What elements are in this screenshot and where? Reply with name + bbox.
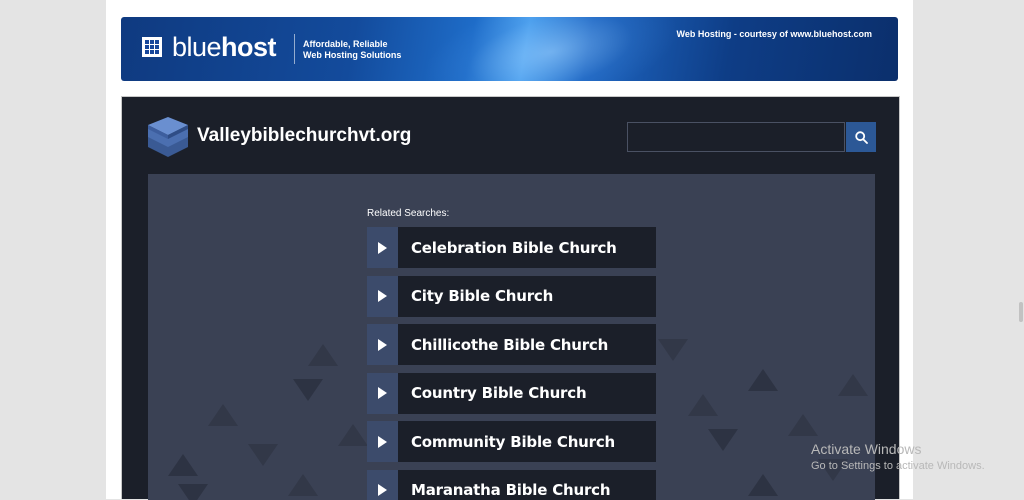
bg-triangle (178, 484, 208, 500)
activate-windows-watermark: Activate Windows Go to Settings to activ… (811, 441, 985, 472)
bg-triangle (688, 394, 718, 416)
layers-logo-icon (148, 115, 188, 159)
bg-triangle (838, 374, 868, 396)
related-link-label: City Bible Church (398, 276, 656, 317)
search-input[interactable] (627, 122, 845, 152)
banner-divider (294, 34, 295, 64)
tagline-line1: Affordable, Reliable (303, 39, 401, 50)
related-link[interactable]: City Bible Church (367, 276, 656, 317)
related-searches-label: Related Searches: (367, 208, 449, 219)
page: bluehost Affordable, Reliable Web Hostin… (106, 0, 913, 499)
page-scrollbar[interactable] (1018, 0, 1024, 499)
related-link-label: Chillicothe Bible Church (398, 324, 656, 365)
bg-triangle (168, 454, 198, 476)
site-title: Valleybiblechurchvt.org (197, 125, 411, 147)
content-area: Related Searches: Celebration Bible Chur… (148, 174, 875, 500)
search-button[interactable] (846, 122, 876, 152)
bg-triangle (248, 444, 278, 466)
scrollbar-thumb[interactable] (1019, 302, 1023, 322)
bg-triangle (788, 414, 818, 436)
bg-triangle (293, 379, 323, 401)
parked-site: Valleybiblechurchvt.org (121, 96, 900, 499)
related-link[interactable]: Country Bible Church (367, 373, 656, 414)
watermark-subtitle: Go to Settings to activate Windows. (811, 460, 985, 472)
bg-triangle (748, 474, 778, 496)
bg-triangle (708, 429, 738, 451)
related-link[interactable]: Chillicothe Bible Church (367, 324, 656, 365)
related-link[interactable]: Maranatha Bible Church (367, 470, 656, 500)
related-link-label: Country Bible Church (398, 373, 656, 414)
play-arrow-icon (367, 373, 398, 414)
bg-triangle (338, 424, 368, 446)
related-link[interactable]: Community Bible Church (367, 421, 656, 462)
play-arrow-icon (367, 227, 398, 268)
bg-triangle (748, 369, 778, 391)
search-icon (855, 131, 868, 144)
watermark-title: Activate Windows (811, 441, 985, 457)
play-arrow-icon (367, 324, 398, 365)
related-link[interactable]: Celebration Bible Church (367, 227, 656, 268)
bluehost-banner[interactable]: bluehost Affordable, Reliable Web Hostin… (121, 17, 898, 81)
banner-courtesy-link[interactable]: Web Hosting - courtesy of www.bluehost.c… (676, 29, 872, 39)
related-link-label: Maranatha Bible Church (398, 470, 656, 500)
related-links-list: Celebration Bible Church City Bible Chur… (367, 227, 656, 500)
related-link-label: Community Bible Church (398, 421, 656, 462)
play-arrow-icon (367, 470, 398, 500)
bg-triangle (308, 344, 338, 366)
related-link-label: Celebration Bible Church (398, 227, 656, 268)
banner-tagline: Affordable, Reliable Web Hosting Solutio… (303, 39, 401, 61)
play-arrow-icon (367, 276, 398, 317)
bg-triangle (208, 404, 238, 426)
play-arrow-icon (367, 421, 398, 462)
bluehost-grid-icon (142, 37, 162, 57)
bg-triangle (288, 474, 318, 496)
bg-triangle (658, 339, 688, 361)
tagline-line2: Web Hosting Solutions (303, 50, 401, 61)
bluehost-wordmark: bluehost (172, 32, 276, 63)
